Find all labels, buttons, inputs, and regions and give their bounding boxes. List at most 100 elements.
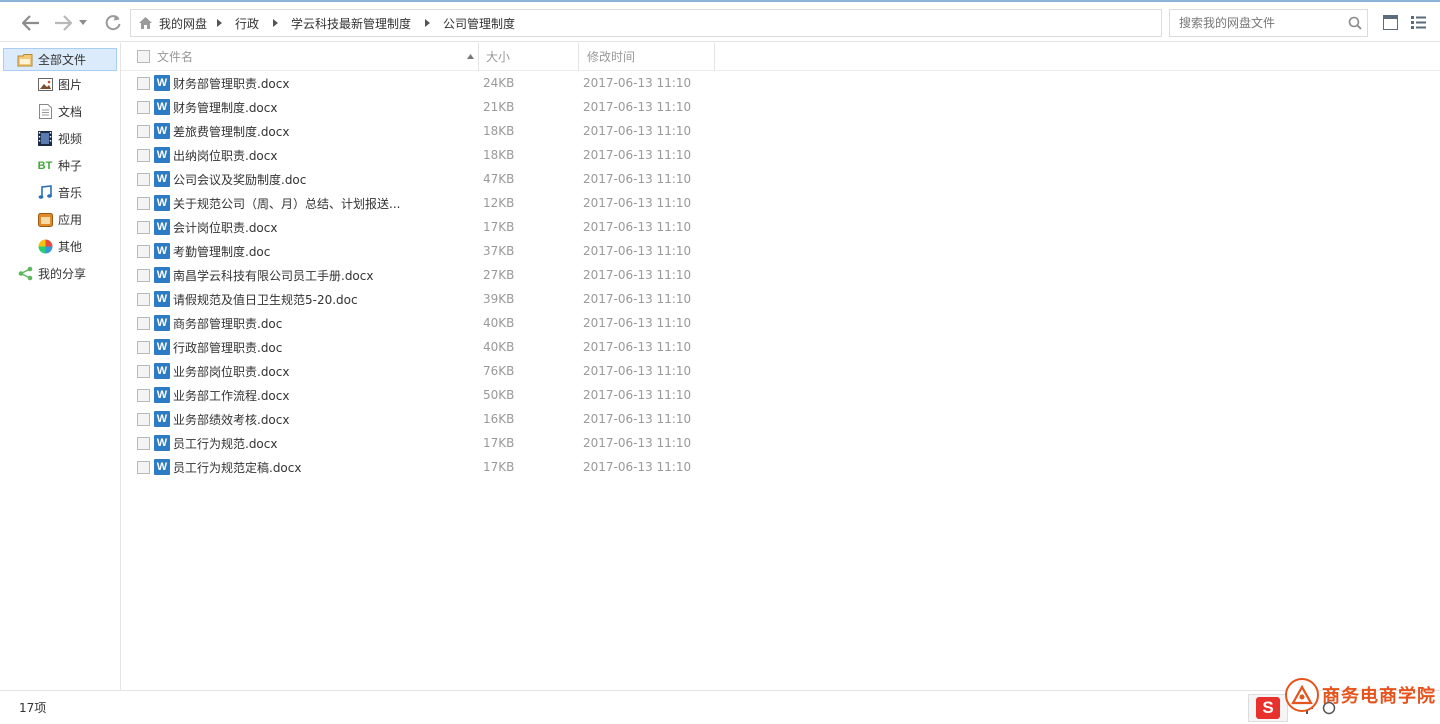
breadcrumb-item-current[interactable]: 公司管理制度 [433, 15, 525, 32]
file-name[interactable]: 业务部绩效考核.docx [173, 411, 483, 428]
file-row[interactable]: W 差旅费管理制度.docx 18KB 2017-06-13 11:10 [121, 119, 1440, 143]
file-modified-time: 2017-06-13 11:10 [583, 340, 692, 354]
word-file-icon: W [154, 123, 170, 139]
file-row[interactable]: W 财务部管理职责.docx 24KB 2017-06-13 11:10 [121, 71, 1440, 95]
sidebar-item-pictures[interactable]: 图片 [0, 71, 120, 98]
file-name[interactable]: 会计岗位职责.docx [173, 219, 483, 236]
sidebar-item-apps[interactable]: 应用 [0, 206, 120, 233]
file-name[interactable]: 南昌学云科技有限公司员工手册.docx [173, 267, 483, 284]
file-name[interactable]: 财务管理制度.docx [173, 99, 483, 116]
row-checkbox[interactable] [137, 364, 150, 378]
sidebar-item-torrents[interactable]: BT 种子 [0, 152, 120, 179]
breadcrumb-item-policies[interactable]: 学云科技最新管理制度 [281, 15, 421, 32]
row-checkbox[interactable] [137, 388, 150, 402]
file-row[interactable]: W 南昌学云科技有限公司员工手册.docx 27KB 2017-06-13 11:10 [121, 263, 1440, 287]
file-name[interactable]: 公司会议及奖励制度.doc [173, 171, 483, 188]
file-row[interactable]: W 员工行为规范定稿.docx 17KB 2017-06-13 11:10 [121, 455, 1440, 479]
history-dropdown-button[interactable] [76, 12, 90, 34]
file-name[interactable]: 请假规范及值日卫生规范5-20.doc [173, 291, 483, 308]
row-checkbox[interactable] [137, 340, 150, 354]
back-button[interactable] [20, 12, 42, 34]
status-bar: 17项 [0, 690, 1440, 724]
row-checkbox[interactable] [137, 292, 150, 306]
sidebar-item-my-shares[interactable]: 我的分享 [0, 260, 120, 287]
file-size: 40KB [483, 316, 515, 330]
home-icon[interactable] [138, 16, 153, 30]
select-all-checkbox[interactable] [137, 50, 150, 63]
column-header-modified[interactable]: 修改时间 [579, 42, 715, 71]
file-row[interactable]: W 业务部绩效考核.docx 16KB 2017-06-13 11:10 [121, 407, 1440, 431]
breadcrumb-item-root[interactable]: 我的网盘 [153, 15, 213, 32]
sidebar-item-videos[interactable]: 视频 [0, 125, 120, 152]
column-header-size[interactable]: 大小 [479, 42, 579, 71]
forward-button[interactable] [52, 12, 74, 34]
row-checkbox[interactable] [137, 124, 150, 138]
file-row[interactable]: W 财务管理制度.docx 21KB 2017-06-13 11:10 [121, 95, 1440, 119]
file-name[interactable]: 商务部管理职责.doc [173, 315, 483, 332]
column-header-name[interactable]: 文件名 [121, 42, 479, 71]
file-row[interactable]: W 考勤管理制度.doc 37KB 2017-06-13 11:10 [121, 239, 1440, 263]
file-name[interactable]: 业务部岗位职责.docx [173, 363, 483, 380]
file-size: 18KB [483, 124, 515, 138]
row-checkbox[interactable] [137, 316, 150, 330]
word-file-icon: W [154, 363, 170, 379]
row-checkbox[interactable] [137, 148, 150, 162]
row-checkbox[interactable] [137, 436, 150, 450]
word-file-icon: W [154, 195, 170, 211]
breadcrumb-item-admin[interactable]: 行政 [225, 15, 269, 32]
chevron-down-icon [79, 20, 87, 25]
file-name[interactable]: 财务部管理职责.docx [173, 75, 483, 92]
file-row[interactable]: W 公司会议及奖励制度.doc 47KB 2017-06-13 11:10 [121, 167, 1440, 191]
word-file-icon: W [154, 459, 170, 475]
file-modified-time: 2017-06-13 11:10 [583, 220, 692, 234]
file-modified-time: 2017-06-13 11:10 [583, 268, 692, 282]
search-icon[interactable] [1343, 16, 1367, 30]
file-row[interactable]: W 行政部管理职责.doc 40KB 2017-06-13 11:10 [121, 335, 1440, 359]
word-file-icon: W [154, 99, 170, 115]
sidebar-item-other[interactable]: 其他 [0, 233, 120, 260]
sidebar-item-documents[interactable]: 文档 [0, 98, 120, 125]
file-row[interactable]: W 商务部管理职责.doc 40KB 2017-06-13 11:10 [121, 311, 1440, 335]
file-row[interactable]: W 出纳岗位职责.docx 18KB 2017-06-13 11:10 [121, 143, 1440, 167]
file-name[interactable]: 员工行为规范.docx [173, 435, 483, 452]
word-file-icon: W [154, 411, 170, 427]
sidebar-item-all-files[interactable]: 全部文件 [3, 48, 117, 71]
ime-indicator[interactable]: S [1248, 694, 1288, 722]
file-row[interactable]: W 会计岗位职责.docx 17KB 2017-06-13 11:10 [121, 215, 1440, 239]
row-checkbox[interactable] [137, 412, 150, 426]
file-name[interactable]: 出纳岗位职责.docx [173, 147, 483, 164]
row-checkbox[interactable] [137, 172, 150, 186]
row-checkbox[interactable] [137, 196, 150, 210]
row-checkbox[interactable] [137, 220, 150, 234]
file-name[interactable]: 业务部工作流程.docx [173, 387, 483, 404]
file-size: 24KB [483, 76, 515, 90]
word-file-icon: W [154, 219, 170, 235]
arrow-left-icon [22, 15, 39, 31]
refresh-button[interactable] [102, 12, 124, 34]
sidebar-item-music[interactable]: 音乐 [0, 179, 120, 206]
file-name[interactable]: 差旅费管理制度.docx [173, 123, 483, 140]
file-name[interactable]: 员工行为规范定稿.docx [173, 459, 483, 476]
list-view-button[interactable] [1411, 15, 1427, 31]
file-row[interactable]: W 业务部岗位职责.docx 76KB 2017-06-13 11:10 [121, 359, 1440, 383]
picture-icon [37, 77, 53, 93]
file-name[interactable]: 关于规范公司（周、月）总结、计划报送... [173, 195, 483, 212]
file-row[interactable]: W 业务部工作流程.docx 50KB 2017-06-13 11:10 [121, 383, 1440, 407]
file-modified-time: 2017-06-13 11:10 [583, 76, 692, 90]
row-checkbox[interactable] [137, 460, 150, 474]
list-view-icon [1411, 16, 1426, 29]
file-name[interactable]: 考勤管理制度.doc [173, 243, 483, 260]
app-icon [37, 212, 53, 228]
item-count: 17项 [19, 701, 47, 715]
file-name[interactable]: 行政部管理职责.doc [173, 339, 483, 356]
search-input[interactable] [1170, 11, 1343, 35]
file-row[interactable]: W 关于规范公司（周、月）总结、计划报送... 12KB 2017-06-13 11:… [121, 191, 1440, 215]
row-checkbox[interactable] [137, 76, 150, 90]
row-checkbox[interactable] [137, 268, 150, 282]
preview-pane-button[interactable] [1383, 15, 1399, 31]
row-checkbox[interactable] [137, 100, 150, 114]
chevron-right-icon [213, 19, 225, 27]
file-row[interactable]: W 员工行为规范.docx 17KB 2017-06-13 11:10 [121, 431, 1440, 455]
file-row[interactable]: W 请假规范及值日卫生规范5-20.doc 39KB 2017-06-13 11:10 [121, 287, 1440, 311]
row-checkbox[interactable] [137, 244, 150, 258]
